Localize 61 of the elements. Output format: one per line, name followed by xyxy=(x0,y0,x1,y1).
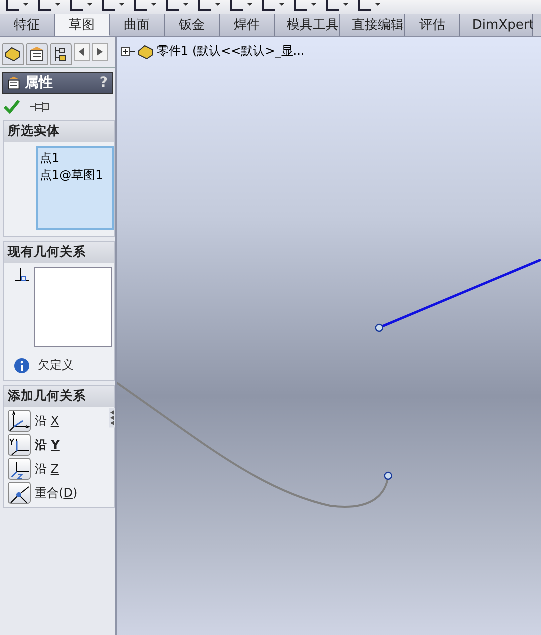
sketch-line[interactable] xyxy=(380,258,541,328)
part-icon xyxy=(138,44,154,58)
property-tab[interactable] xyxy=(26,43,48,65)
relation-button[interactable] xyxy=(8,410,31,432)
tab[interactable]: 钣金 xyxy=(165,14,220,36)
toolbar-icon[interactable] xyxy=(196,0,222,14)
toolbar-icon[interactable] xyxy=(4,0,30,14)
part-tree-tab[interactable] xyxy=(2,43,24,65)
tab[interactable]: 草图 xyxy=(55,14,110,36)
left-arrow-icon xyxy=(79,48,85,56)
toolbar-icon[interactable] xyxy=(356,0,382,14)
tab[interactable]: 直接编辑 xyxy=(340,14,406,36)
horizontal-relation-icon xyxy=(9,410,30,432)
configuration-tab[interactable] xyxy=(50,43,72,65)
relation-button[interactable] xyxy=(8,434,31,456)
section-title: 所选实体 xyxy=(4,121,114,142)
selection-list[interactable]: 点1 点1@草图1 xyxy=(36,146,114,230)
pin-icon[interactable] xyxy=(30,101,50,113)
property-icon xyxy=(7,76,21,90)
help-button[interactable]: ? xyxy=(100,75,108,91)
scroll-left-button[interactable] xyxy=(74,43,90,61)
tab[interactable]: 特征 xyxy=(0,14,55,36)
tab[interactable]: 评估 xyxy=(405,14,460,36)
tree-item[interactable]: 零件1 (默认<<默认>_显... xyxy=(157,43,305,60)
panel-title: 属性 xyxy=(25,74,53,92)
tab[interactable]: 焊件 xyxy=(220,14,275,36)
toolbar-icon[interactable] xyxy=(228,0,254,14)
toolbar-icon[interactable] xyxy=(68,0,94,14)
relation-icon xyxy=(14,267,30,283)
right-arrow-icon xyxy=(97,48,103,56)
status-text: 欠定义 xyxy=(38,357,74,374)
toolbar-icon[interactable] xyxy=(324,0,350,14)
toolbar-icon[interactable] xyxy=(292,0,318,14)
part-icon xyxy=(5,47,21,61)
tab[interactable]: 曲面 xyxy=(110,14,165,36)
ok-check-icon[interactable] xyxy=(4,100,20,114)
relation-label[interactable]: 沿 Y xyxy=(35,436,60,454)
toolbar-icon[interactable] xyxy=(132,0,158,14)
relation-button[interactable] xyxy=(8,482,31,504)
configuration-icon xyxy=(53,46,69,62)
expand-icon[interactable] xyxy=(121,47,135,56)
scroll-right-button[interactable] xyxy=(92,43,108,61)
info-icon xyxy=(14,358,30,374)
tab[interactable]: 模具工具 xyxy=(275,14,340,36)
toolbar-icon[interactable] xyxy=(36,0,62,14)
toolbar-icon[interactable] xyxy=(260,0,286,14)
relation-label[interactable]: 重合(D) xyxy=(35,484,78,502)
relation-label[interactable]: 沿 X xyxy=(35,412,60,430)
tab[interactable]: DimXpert xyxy=(460,14,534,36)
toolbar-icon[interactable] xyxy=(100,0,126,14)
section-title: 现有几何关系 xyxy=(4,242,114,263)
property-icon xyxy=(29,46,45,62)
toolbar-icon[interactable] xyxy=(164,0,190,14)
list-item[interactable]: 点1@草图1 xyxy=(40,167,110,184)
list-item[interactable]: 点1 xyxy=(40,150,110,167)
relations-list[interactable] xyxy=(34,267,112,347)
relation-button[interactable] xyxy=(8,458,31,480)
sketch-point[interactable] xyxy=(375,324,384,332)
section-title: 添加几何关系 xyxy=(4,386,114,407)
sketch-point[interactable] xyxy=(384,472,392,480)
relation-label[interactable]: 沿 Z xyxy=(35,460,60,478)
